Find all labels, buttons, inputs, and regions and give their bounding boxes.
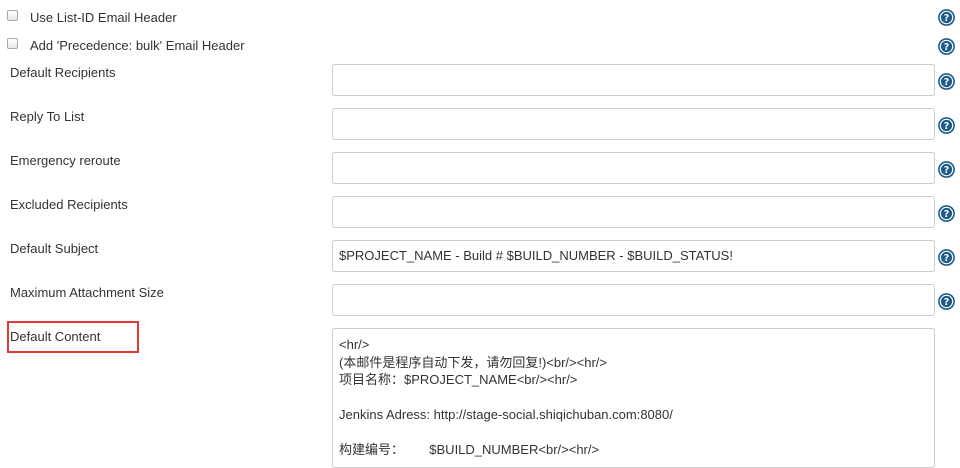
precedence-bulk-header-row: Add 'Precedence: bulk' Email Header: [0, 30, 960, 58]
content-line: <hr/>: [339, 337, 370, 352]
help-icon[interactable]: [938, 161, 955, 178]
excluded-recipients-input[interactable]: [332, 196, 935, 228]
precedence-bulk-header-checkbox[interactable]: [7, 38, 18, 49]
excluded-recipients-label: Excluded Recipients: [10, 197, 128, 212]
default-subject-input[interactable]: $PROJECT_NAME - Build # $BUILD_NUMBER - …: [332, 240, 935, 272]
precedence-bulk-header-label: Add 'Precedence: bulk' Email Header: [30, 38, 245, 53]
content-line: (本邮件是程序自动下发，请勿回复!)<br/><hr/>: [339, 354, 607, 370]
content-line: Jenkins Adress: http://stage-social.shiq…: [339, 407, 673, 422]
reply-to-list-label: Reply To List: [10, 109, 85, 124]
emergency-reroute-row: Emergency reroute: [0, 146, 960, 190]
content-line: 构建编号： $BUILD_NUMBER<br/><hr/>: [339, 442, 600, 457]
list-id-header-checkbox[interactable]: [7, 10, 18, 21]
default-subject-row: Default Subject $PROJECT_NAME - Build # …: [0, 234, 960, 278]
content-line: [339, 424, 928, 442]
help-icon[interactable]: [938, 205, 955, 222]
help-icon[interactable]: [938, 293, 955, 310]
help-icon[interactable]: [938, 117, 955, 134]
emergency-reroute-label: Emergency reroute: [10, 153, 121, 168]
max-attachment-size-input[interactable]: [332, 284, 935, 316]
default-recipients-row: Default Recipients: [0, 58, 960, 102]
excluded-recipients-row: Excluded Recipients: [0, 190, 960, 234]
default-recipients-input[interactable]: [332, 64, 935, 96]
list-id-header-label: Use List-ID Email Header: [30, 10, 177, 25]
list-id-header-row: Use List-ID Email Header: [0, 0, 960, 30]
default-content-label: Default Content: [10, 329, 101, 344]
content-line: 项目名称：$PROJECT_NAME<br/><hr/>: [339, 372, 578, 387]
emergency-reroute-input[interactable]: [332, 152, 935, 184]
help-icon[interactable]: [938, 73, 955, 90]
reply-to-list-input[interactable]: [332, 108, 935, 140]
default-content-textarea[interactable]: <hr/> (本邮件是程序自动下发，请勿回复!)<br/><hr/> 项目名称：…: [332, 328, 935, 468]
content-line: [339, 389, 928, 407]
help-icon[interactable]: [938, 9, 955, 26]
default-subject-label: Default Subject: [10, 241, 99, 256]
default-recipients-label: Default Recipients: [10, 65, 116, 80]
reply-to-list-row: Reply To List: [0, 102, 960, 146]
max-attachment-size-label: Maximum Attachment Size: [10, 285, 164, 300]
help-icon[interactable]: [938, 249, 955, 266]
help-icon[interactable]: [938, 38, 955, 55]
max-attachment-size-row: Maximum Attachment Size: [0, 278, 960, 322]
